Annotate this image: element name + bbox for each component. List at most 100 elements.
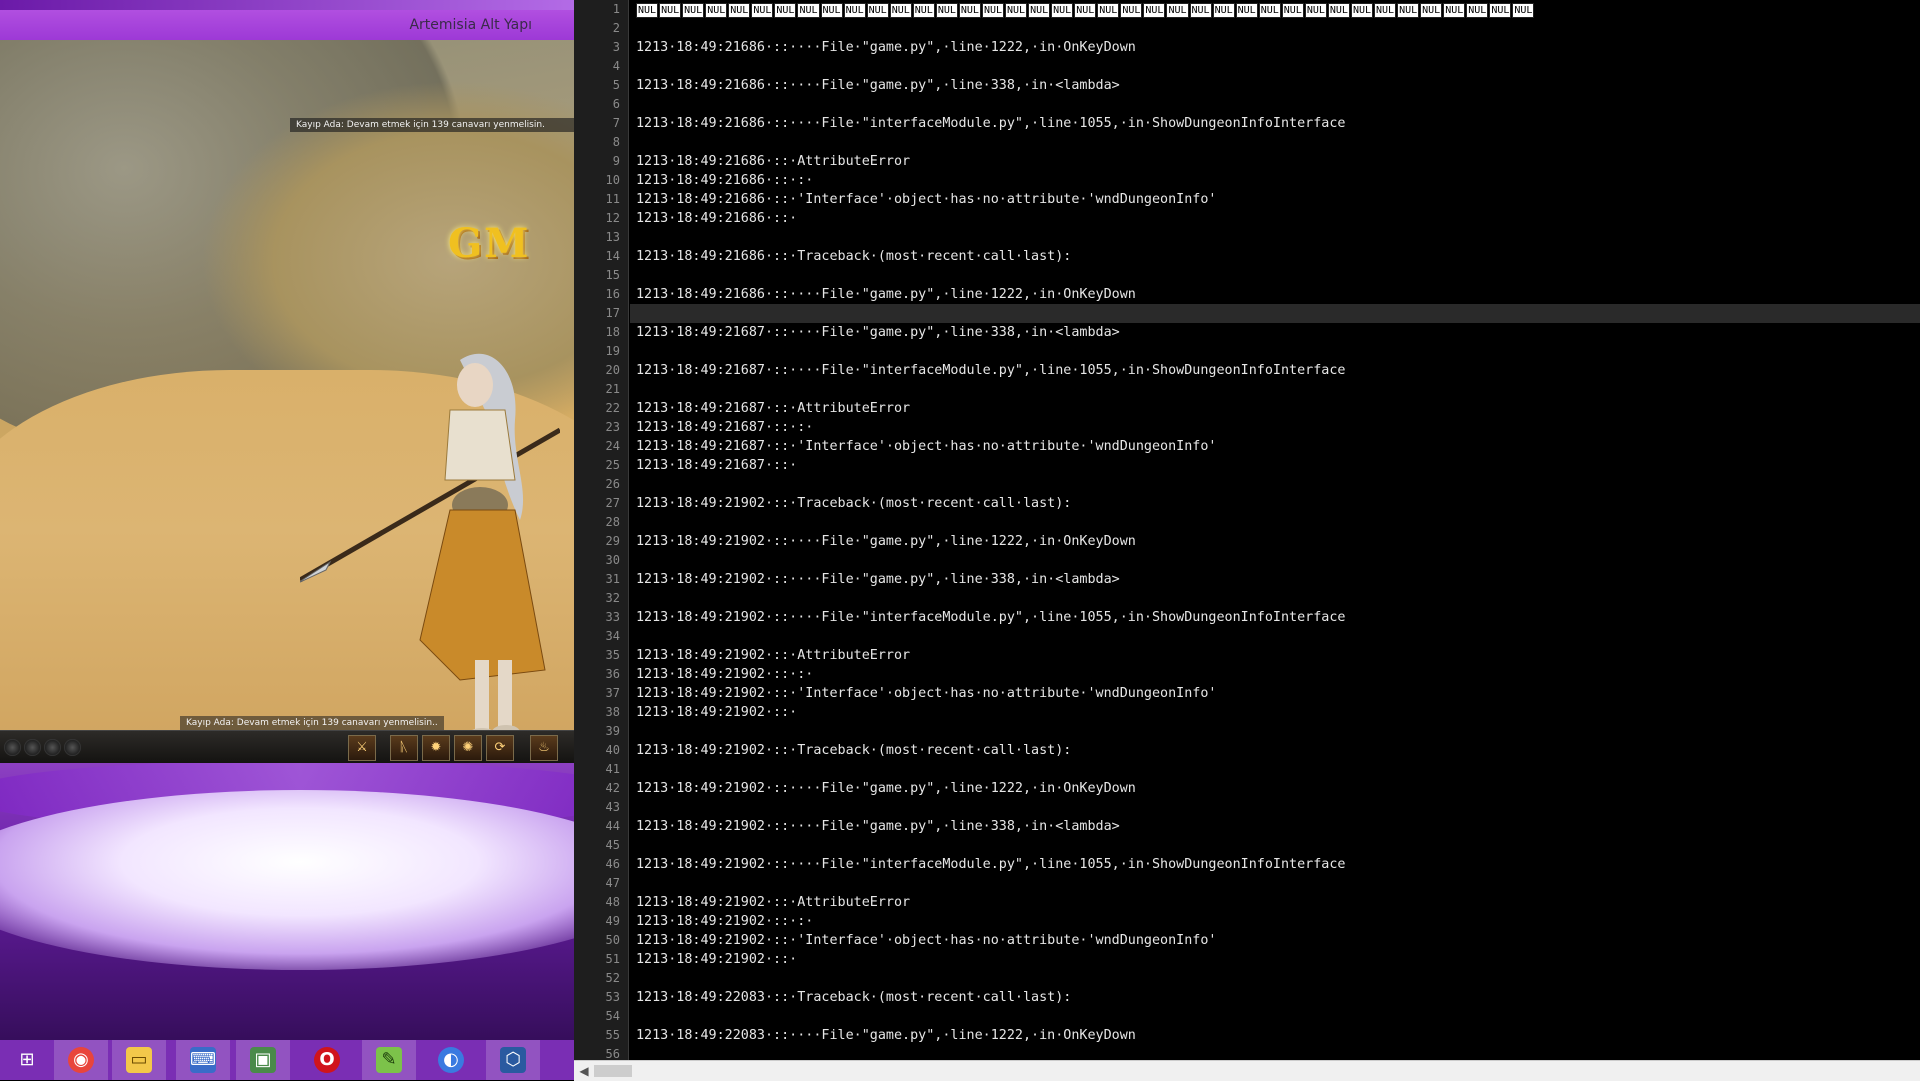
hotbar-orb[interactable] [4, 739, 21, 756]
log-line[interactable]: NUL NUL NUL NUL NUL NUL NUL NUL NUL NUL NUL NUL NUL N… [630, 0, 1920, 19]
log-line[interactable]: 1213·18:49:21902·::····File·"interfaceMo… [630, 608, 1920, 627]
log-line[interactable] [630, 304, 1920, 323]
log-line[interactable]: 1213·18:49:21687·::····File·"game.py",·l… [630, 323, 1920, 342]
log-line[interactable] [630, 57, 1920, 76]
skill-slot-1[interactable]: ⚔ [348, 735, 376, 761]
nul-char-marker: NUL [728, 3, 751, 18]
taskbar-opera[interactable]: O [300, 1040, 354, 1080]
taskbar-chrome[interactable]: ◉ [54, 1040, 108, 1080]
log-line[interactable]: 1213·18:49:21687·::·:· [630, 418, 1920, 437]
player-character[interactable] [300, 340, 560, 730]
log-line[interactable] [630, 228, 1920, 247]
log-line[interactable]: 1213·18:49:21902·::· [630, 703, 1920, 722]
log-line[interactable]: 1213·18:49:21902·::····File·"game.py",·l… [630, 817, 1920, 836]
nul-char-marker: NUL [1443, 3, 1466, 18]
log-line[interactable]: 1213·18:49:21902·::·'Interface'·object·h… [630, 931, 1920, 950]
quest-notice-bottom: Kayıp Ada: Devam etmek için 139 canavarı… [180, 716, 444, 730]
skill-slot-2[interactable]: ᚣ [390, 735, 418, 761]
log-line[interactable] [630, 475, 1920, 494]
game-window[interactable]: Artemisia Alt Yapı GM Kayıp Ada: Devam e… [0, 10, 574, 763]
log-line[interactable]: 1213·18:49:21686·::····File·"game.py",·l… [630, 38, 1920, 57]
hotbar-orb[interactable] [44, 739, 61, 756]
log-line[interactable]: 1213·18:49:21686·::····File·"game.py",·l… [630, 285, 1920, 304]
nul-char-marker: NUL [1258, 3, 1281, 18]
log-line[interactable] [630, 760, 1920, 779]
log-line[interactable]: 1213·18:49:21902·::····File·"game.py",·l… [630, 779, 1920, 798]
taskbar-virtualbox[interactable]: ⬡ [486, 1040, 540, 1080]
line-number: 53 [605, 990, 620, 1004]
log-line[interactable] [630, 266, 1920, 285]
log-line[interactable] [630, 551, 1920, 570]
taskbar-notepad-plus[interactable]: ✎ [362, 1040, 416, 1080]
log-line[interactable]: 1213·18:49:21686·::·AttributeError [630, 152, 1920, 171]
nul-char-marker: NUL [1074, 3, 1097, 18]
log-editor[interactable]: 1 2 3 4 5 6 7 8 9 10 11 12 13 14 15 16 17 18 19 20 21 22 23 24 2… [574, 0, 1920, 1081]
horizontal-scrollbar[interactable]: ◀ [574, 1060, 1920, 1081]
log-line[interactable]: 1213·18:49:21902·::····File·"game.py",·l… [630, 532, 1920, 551]
hotbar-orb[interactable] [64, 739, 81, 756]
log-line[interactable] [630, 513, 1920, 532]
log-line[interactable] [630, 95, 1920, 114]
log-line[interactable]: 1213·18:49:21902·::·Traceback·(most·rece… [630, 741, 1920, 760]
log-line[interactable]: 1213·18:49:22083·::····File·"game.py",·l… [630, 1026, 1920, 1045]
taskbar-firefox[interactable]: ◐ [424, 1040, 478, 1080]
log-line[interactable] [630, 133, 1920, 152]
log-line[interactable]: 1213·18:49:21902·::····File·"game.py",·l… [630, 570, 1920, 589]
nul-char-marker: NUL [1350, 3, 1373, 18]
skill-slot-6[interactable]: ♨ [530, 735, 558, 761]
log-line[interactable]: 1213·18:49:21687·::·AttributeError [630, 399, 1920, 418]
log-line[interactable]: 1213·18:49:21686·::····File·"interfaceMo… [630, 114, 1920, 133]
log-text-area[interactable]: NUL NUL NUL NUL NUL NUL NUL NUL NUL NUL NUL NUL NUL N… [630, 0, 1920, 1060]
log-line[interactable]: 1213·18:49:21902·::· [630, 950, 1920, 969]
game-scene[interactable]: GM Kayıp Ada: Devam etmek için 139 canav… [0, 40, 574, 730]
nul-char-marker: NUL [1327, 3, 1350, 18]
log-line[interactable] [630, 627, 1920, 646]
line-number: 26 [605, 477, 620, 491]
scroll-left-arrow-icon[interactable]: ◀ [576, 1061, 592, 1081]
log-line[interactable] [630, 969, 1920, 988]
log-line[interactable]: 1213·18:49:21902·::·AttributeError [630, 893, 1920, 912]
log-line[interactable]: 1213·18:49:21686·::····File·"game.py",·l… [630, 76, 1920, 95]
log-line[interactable]: 1213·18:49:21902·::·'Interface'·object·h… [630, 684, 1920, 703]
log-line[interactable] [630, 1045, 1920, 1060]
line-number: 44 [605, 819, 620, 833]
log-line[interactable]: 1213·18:49:21687·::·'Interface'·object·h… [630, 437, 1920, 456]
log-line[interactable]: 1213·18:49:21686·::·'Interface'·object·h… [630, 190, 1920, 209]
log-line[interactable] [630, 836, 1920, 855]
log-line[interactable] [630, 722, 1920, 741]
log-line[interactable] [630, 19, 1920, 38]
hotbar-orb[interactable] [24, 739, 41, 756]
log-line[interactable] [630, 874, 1920, 893]
log-line[interactable] [630, 798, 1920, 817]
log-line[interactable]: 1213·18:49:21686·::·:· [630, 171, 1920, 190]
scrollbar-thumb[interactable] [594, 1065, 632, 1077]
log-line[interactable]: 1213·18:49:21902·::·:· [630, 912, 1920, 931]
log-line[interactable]: 1213·18:49:21687·::· [630, 456, 1920, 475]
game-window-titlebar[interactable]: Artemisia Alt Yapı [0, 10, 574, 40]
skill-slot-3[interactable]: ✹ [422, 735, 450, 761]
line-number: 29 [605, 534, 620, 548]
nul-char-marker: NUL [843, 3, 866, 18]
line-number: 31 [605, 572, 620, 586]
taskbar-start[interactable]: ⊞ [0, 1040, 54, 1080]
taskbar-network-tool[interactable]: ⌨ [176, 1040, 230, 1080]
log-line[interactable] [630, 1007, 1920, 1026]
taskbar-remote-desktop[interactable]: ▣ [236, 1040, 290, 1080]
nul-char-marker: NUL [958, 3, 981, 18]
skill-slot-4[interactable]: ✺ [454, 735, 482, 761]
log-line[interactable]: 1213·18:49:21902·::····File·"interfaceMo… [630, 855, 1920, 874]
log-line[interactable]: 1213·18:49:22083·::·Traceback·(most·rece… [630, 988, 1920, 1007]
nul-char-marker: NUL [1189, 3, 1212, 18]
log-line[interactable]: 1213·18:49:21687·::····File·"interfaceMo… [630, 361, 1920, 380]
log-line[interactable]: 1213·18:49:21686·::· [630, 209, 1920, 228]
log-line[interactable] [630, 589, 1920, 608]
log-line[interactable]: 1213·18:49:21686·::·Traceback·(most·rece… [630, 247, 1920, 266]
taskbar-file-explorer[interactable]: ▭ [112, 1040, 166, 1080]
log-line[interactable]: 1213·18:49:21902·::·Traceback·(most·rece… [630, 494, 1920, 513]
skill-slot-5[interactable]: ⟳ [486, 735, 514, 761]
log-line[interactable] [630, 380, 1920, 399]
log-line[interactable] [630, 342, 1920, 361]
log-line[interactable]: 1213·18:49:21902·::·:· [630, 665, 1920, 684]
virtualbox-icon: ⬡ [500, 1047, 526, 1073]
log-line[interactable]: 1213·18:49:21902·::·AttributeError [630, 646, 1920, 665]
